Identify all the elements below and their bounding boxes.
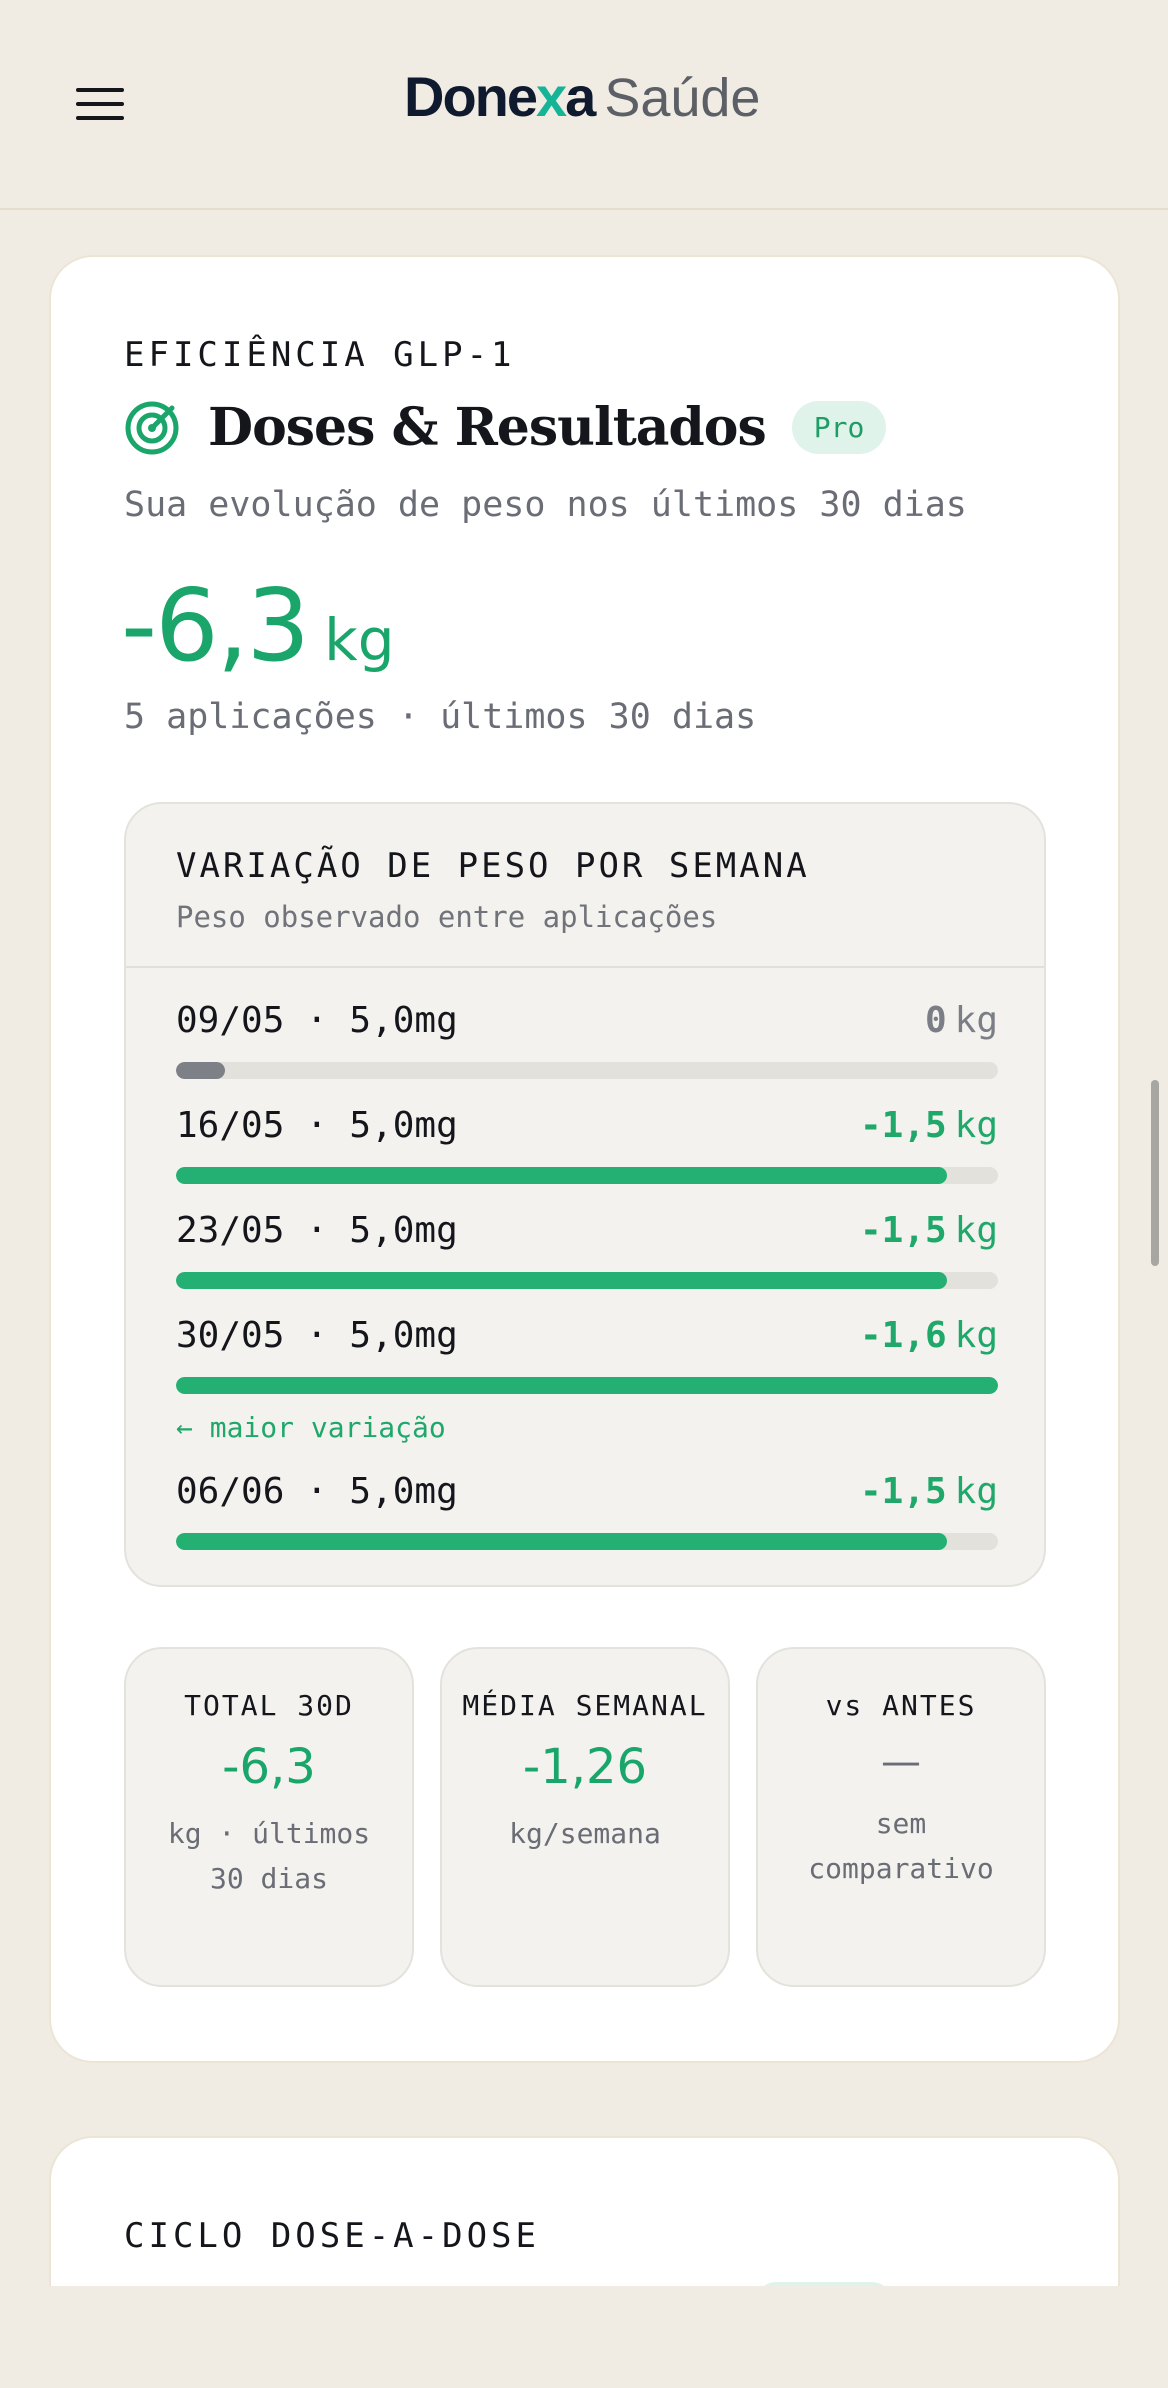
week-bar-track [176, 1533, 998, 1550]
week-bar-track [176, 1377, 998, 1394]
bottom-safe-area [0, 2286, 1168, 2388]
stat-value: — [881, 1739, 921, 1785]
target-icon [125, 401, 179, 454]
brand-logo[interactable]: Donexa Saúde [404, 64, 760, 134]
stat-label: MÉDIA SEMANAL [462, 1689, 708, 1722]
stat-note: kg · últimos 30 dias [167, 1817, 371, 1895]
total-unit: kg [324, 606, 395, 674]
week-value: -1,6 kg [859, 1315, 998, 1356]
card-subtitle: Sua evolução de peso nos últimos 30 dias [124, 485, 967, 525]
stat-vs-before: vs ANTES — sem comparativo [756, 1647, 1046, 1987]
week-label: 06/06 · 5,0mg [176, 1471, 458, 1512]
app-screen: Donexa Saúde EFICIÊNCIA GLP-1 Doses & Re… [0, 0, 1168, 2388]
week-value: 0 kg [924, 1000, 998, 1041]
week-label: 16/05 · 5,0mg [176, 1105, 458, 1146]
stat-total-30d: TOTAL 30D -6,3 kg · últimos 30 dias [124, 1647, 414, 1987]
total-value: -6,3 [121, 567, 310, 684]
max-variation-note: ← maior variação [176, 1411, 446, 1444]
week-label: 09/05 · 5,0mg [176, 1000, 458, 1041]
weekly-panel-subtitle: Peso observado entre aplicações [176, 900, 718, 934]
top-bar: Donexa Saúde [0, 0, 1168, 210]
weekly-panel-title: VARIAÇÃO DE PESO POR SEMANA [176, 846, 810, 886]
week-bar-track [176, 1272, 998, 1289]
card-eyebrow: CICLO DOSE-A-DOSE [124, 2216, 540, 2256]
week-label: 23/05 · 5,0mg [176, 1210, 458, 1251]
week-bar-fill [176, 1062, 226, 1079]
week-bar-fill [176, 1533, 947, 1550]
efficiency-card: EFICIÊNCIA GLP-1 Doses & Resultados Pro … [49, 255, 1120, 2063]
pro-badge: Pro [791, 401, 887, 454]
stat-label: vs ANTES [825, 1689, 977, 1722]
stat-note: sem comparativo [808, 1807, 994, 1885]
brand-name: Donexa [404, 65, 596, 128]
week-bar-fill [176, 1272, 947, 1289]
stat-weekly-average: MÉDIA SEMANAL -1,26 kg/semana [440, 1647, 730, 1987]
stat-label: TOTAL 30D [184, 1689, 354, 1722]
card-title: Doses & Resultados [208, 397, 767, 458]
week-bar-fill [176, 1377, 998, 1394]
weekly-panel-header: VARIAÇÃO DE PESO POR SEMANA Peso observa… [126, 804, 1044, 968]
total-weight-change: -6,3 kg [121, 567, 395, 684]
week-label: 30/05 · 5,0mg [176, 1315, 458, 1356]
week-value: -1,5 kg [859, 1471, 998, 1512]
weekly-variation-panel: VARIAÇÃO DE PESO POR SEMANA Peso observa… [124, 802, 1046, 1587]
week-value: -1,5 kg [859, 1210, 998, 1251]
week-bar-track [176, 1167, 998, 1184]
stat-value: -6,3 [222, 1739, 316, 1795]
stat-value: -1,26 [522, 1739, 648, 1795]
week-value: -1,5 kg [859, 1105, 998, 1146]
card-title-row: Doses & Resultados Pro [124, 397, 887, 458]
stat-note: kg/semana [509, 1817, 661, 1850]
scrollbar[interactable] [1151, 1080, 1159, 1266]
total-caption: 5 aplicações · últimos 30 dias [124, 697, 757, 737]
week-bar-fill [176, 1167, 947, 1184]
brand-subtitle: Saúde [604, 68, 761, 128]
card-eyebrow: EFICIÊNCIA GLP-1 [124, 335, 516, 375]
week-bar-track [176, 1062, 998, 1079]
hamburger-menu-icon[interactable] [72, 82, 128, 126]
